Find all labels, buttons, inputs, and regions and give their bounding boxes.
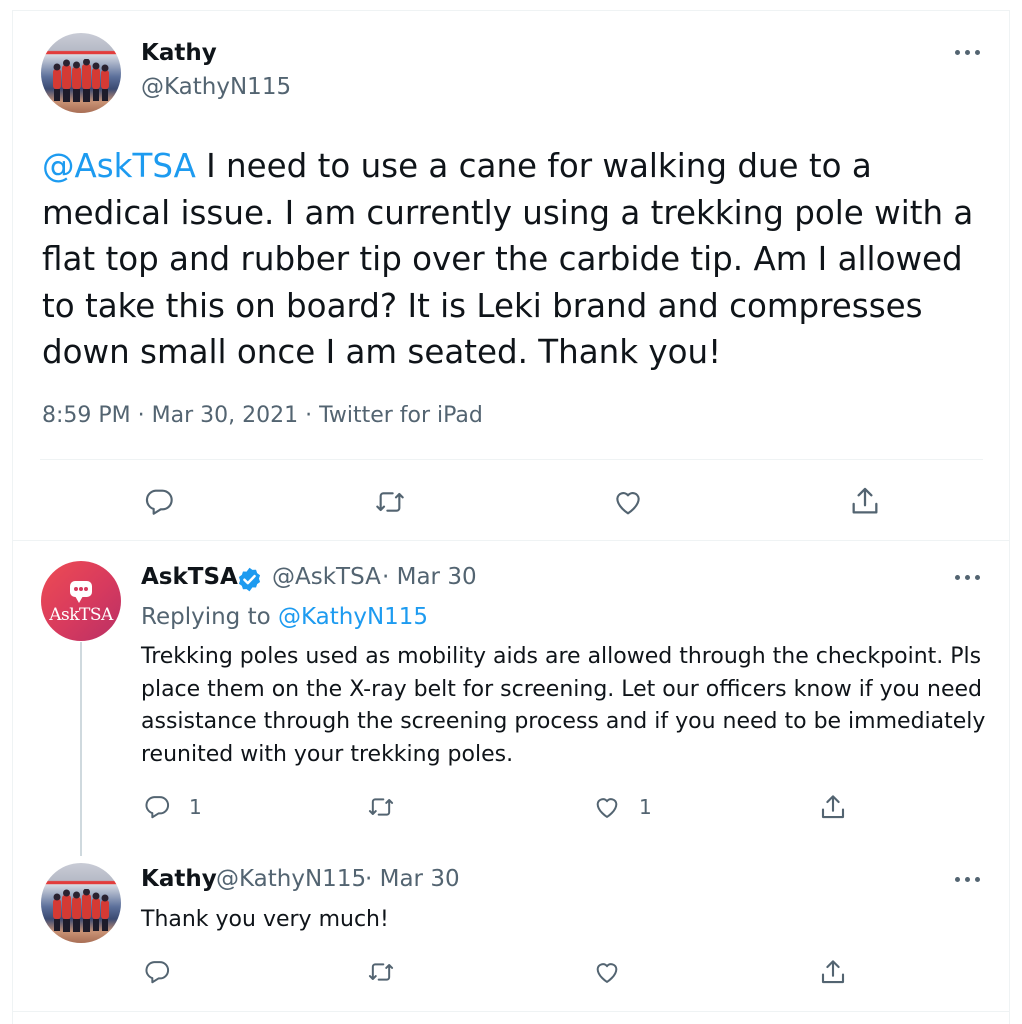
- verified-badge-icon: [238, 567, 261, 592]
- retweet-icon: [368, 798, 394, 816]
- thread-connector-line: [80, 642, 82, 856]
- reply-icon: [145, 489, 173, 515]
- heart-icon: [596, 963, 618, 983]
- retweet-button[interactable]: [366, 958, 396, 986]
- share-button[interactable]: [818, 957, 848, 987]
- tweet-text: @AskTSA I need to use a cane for walking…: [42, 143, 992, 376]
- like-count: 1: [639, 795, 652, 819]
- retweet-button[interactable]: [373, 486, 407, 518]
- share-icon: [821, 960, 845, 984]
- reply-button[interactable]: [143, 486, 175, 518]
- like-button[interactable]: [593, 958, 621, 986]
- share-icon: [821, 795, 845, 819]
- replying-to-handle[interactable]: @KathyN115: [278, 604, 428, 630]
- tweet-date[interactable]: · Mar 30: [382, 564, 477, 590]
- more-options-icon[interactable]: [953, 873, 983, 887]
- avatar-logo-text: AskTSA: [49, 605, 113, 625]
- heart-icon: [616, 492, 640, 515]
- chat-bubble-icon: [70, 581, 92, 603]
- reply-text: Trekking poles used as mobility aids are…: [141, 644, 986, 767]
- author-name[interactable]: Kathy: [141, 40, 217, 66]
- reply-button[interactable]: [143, 958, 171, 986]
- retweet-icon: [376, 492, 404, 512]
- replying-to: Replying to @KathyN115: [141, 604, 428, 630]
- author-handle[interactable]: @AskTSA: [272, 564, 381, 590]
- share-button[interactable]: [848, 484, 882, 518]
- tweet-date[interactable]: · Mar 30: [365, 866, 460, 892]
- reply-button[interactable]: 1: [143, 793, 202, 821]
- author-handle[interactable]: @KathyN115: [141, 74, 291, 100]
- kathy-avatar[interactable]: [41, 863, 121, 943]
- author-name[interactable]: AskTSA: [141, 564, 238, 590]
- author-name[interactable]: Kathy: [141, 866, 217, 892]
- reply-text: Thank you very much!: [141, 907, 389, 932]
- divider: [12, 1011, 1010, 1012]
- more-options-icon[interactable]: [953, 46, 983, 60]
- reply-icon: [145, 796, 169, 819]
- replying-to-label: Replying to: [141, 604, 271, 630]
- asktsa-avatar[interactable]: AskTSA: [41, 561, 121, 641]
- like-button[interactable]: 1: [593, 793, 652, 821]
- reply-icon: [145, 961, 169, 984]
- divider: [12, 540, 1010, 541]
- author-handle[interactable]: @KathyN115: [216, 866, 366, 892]
- divider: [40, 459, 983, 460]
- share-button[interactable]: [818, 792, 848, 822]
- kathy-avatar[interactable]: [41, 33, 121, 113]
- mention-link[interactable]: @AskTSA: [42, 147, 196, 185]
- like-button[interactable]: [612, 486, 644, 518]
- tweet-timestamp[interactable]: 8:59 PM · Mar 30, 2021 · Twitter for iPa…: [42, 403, 483, 428]
- more-options-icon[interactable]: [953, 571, 983, 585]
- team-photo-image: [53, 889, 109, 932]
- team-photo-image: [53, 59, 109, 102]
- retweet-button[interactable]: [366, 793, 396, 821]
- retweet-icon: [368, 963, 394, 981]
- heart-icon: [596, 798, 618, 818]
- reply-count: 1: [189, 795, 202, 819]
- share-icon: [852, 487, 878, 514]
